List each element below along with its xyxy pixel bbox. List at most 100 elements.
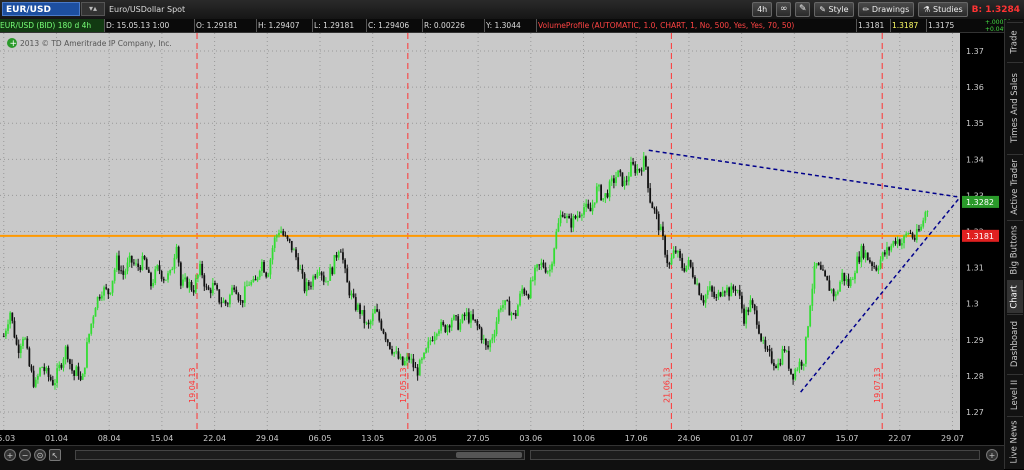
open-readout: O: 1.29181 [196,19,257,32]
candle-body [75,366,78,377]
candle-body [9,312,12,325]
candle-body [800,361,803,366]
style-button[interactable]: ✎ Style [814,2,854,17]
candle-body [34,379,37,387]
candle-body [822,269,824,271]
candle-body [132,262,135,264]
candle-body [828,280,831,291]
tab-dashboard[interactable]: Dashboard [1007,314,1023,373]
candle-body [150,272,152,287]
studies-button[interactable]: ⚗ Studies [918,2,968,17]
x-tick-label: 17.06 [625,434,648,443]
scrollbar-thumb[interactable] [456,452,522,458]
candle-body [779,363,782,365]
aggregation-button[interactable]: 4h [752,2,773,17]
chart-svg[interactable]: 19.04.13 17.05.13 21.06.13 19.07.13 1.27 1.28… [0,33,1001,445]
x-tick-label: 01.04 [45,434,68,443]
tab-trade[interactable]: Trade [1007,22,1023,61]
candle-body [595,186,598,203]
symbol-input[interactable]: EUR/USD [2,2,80,16]
candle-body [92,316,95,324]
zoom-out-icon[interactable]: − [19,449,31,461]
candle-body [619,170,622,173]
candle-body [265,272,268,277]
link-icon[interactable]: ∞ [776,2,792,17]
candle-body [420,358,423,361]
candle-body [672,250,675,258]
candle-body [216,284,218,290]
candle-body [467,312,470,323]
candle-body [342,252,344,260]
time-scrollbar[interactable] [75,450,525,460]
x-tick-label: 22.04 [203,434,226,443]
candle-body [728,287,730,297]
candle-body [847,278,850,286]
candle-body [879,259,882,269]
candle-body [86,342,88,368]
candle-body [585,203,588,208]
candle-body [743,308,745,324]
candle-body [544,267,547,273]
candle-body [96,296,99,308]
chart-toolbar: EUR/USD ▾▴ Euro/USDollar Spot 4h ∞ ✎ ✎ S… [0,0,1024,20]
candle-body [516,305,519,316]
symbol-dropdown-icon[interactable]: ▾▴ [81,2,105,16]
price-chart[interactable]: 19.04.13 17.05.13 21.06.13 19.07.13 1.27 1.28… [0,33,1001,445]
candle-body [504,300,506,306]
tab-live-news[interactable]: Live News [1007,416,1023,467]
candle-body [495,321,498,335]
candle-body [864,252,867,258]
candle-body [337,251,340,258]
candle-body [303,273,306,292]
x-tick-label: 20.05 [414,434,437,443]
candle-body [361,310,364,314]
candle-body [175,246,178,258]
tab-active-trader[interactable]: Active Trader [1007,154,1023,219]
candle-body [694,276,696,284]
tab-big-buttons[interactable]: Big Buttons [1007,220,1023,279]
candle-body [354,297,357,310]
candle-body [638,168,641,171]
candle-body [30,366,33,371]
candle-body [403,360,406,366]
x-tick-label: 29.07 [941,434,964,443]
candle-body [781,349,784,365]
zoom-fit-icon[interactable]: ⊙ [34,449,46,461]
drawings-button[interactable]: ✏ Drawings [857,2,915,17]
candle-body [896,239,899,244]
tab-chart[interactable]: Chart [1007,280,1023,313]
candle-body [111,280,114,293]
x-tick-label: 08.07 [783,434,806,443]
tab-level-ii[interactable]: Level II [1007,374,1023,415]
candle-body [764,340,767,349]
candle-body [903,235,905,244]
candle-body [378,311,381,321]
candle-body [56,368,58,384]
candle-body [670,257,673,265]
candle-body [708,286,711,291]
candle-body [679,251,681,258]
candle-body [689,260,692,267]
candle-body [551,263,553,270]
candle-body [883,252,886,255]
zoom-in-icon[interactable]: + [4,449,16,461]
candle-body [414,367,417,369]
candle-body [179,262,182,286]
candle-body [792,373,794,380]
candle-body [758,324,760,334]
candle-body [88,333,90,343]
candle-body [587,203,590,208]
expand-icon[interactable]: + [986,449,998,461]
cursor-icon[interactable]: ↖ [49,449,61,461]
candle-body [169,270,172,274]
candle-body [489,340,492,348]
candle-body [817,263,820,266]
candle-body [107,288,110,295]
candle-body [71,363,73,371]
candle-body [282,231,285,236]
zoom-slider[interactable] [530,450,980,460]
y-tick-label: 1.34 [966,155,984,164]
wrench-icon[interactable]: ✎ [795,2,811,17]
tab-times-and-sales[interactable]: Times And Sales [1007,62,1023,153]
candle-body [553,248,556,264]
